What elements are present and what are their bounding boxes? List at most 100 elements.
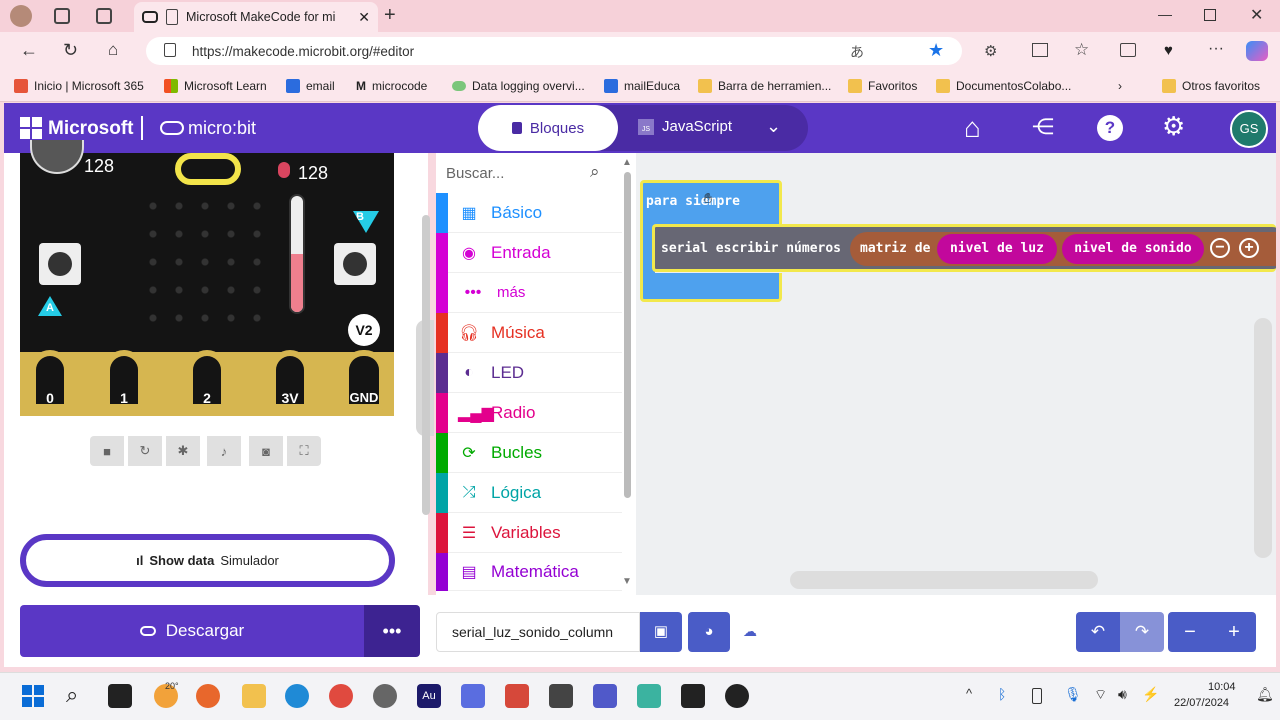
cloud-sync-icon[interactable]: ☁ [743, 623, 757, 640]
toolbox-scroll-up-icon[interactable]: ▲ [622, 157, 632, 168]
remove-item-icon[interactable]: − [1210, 238, 1230, 258]
favorite-item[interactable]: Inicio | Microsoft 365 [14, 78, 144, 94]
tab-actions-icon[interactable] [96, 8, 112, 24]
sound-level-slider[interactable] [289, 194, 305, 314]
close-tab-icon[interactable]: ✕ [358, 9, 370, 26]
battery-charging-icon[interactable]: ⚡ [1142, 686, 1159, 703]
microsoft-logo-icon[interactable] [20, 117, 42, 139]
pin-2[interactable]: 2 [187, 350, 227, 410]
collections-icon[interactable] [1120, 43, 1136, 57]
clock-time[interactable]: 10:04 [1208, 681, 1236, 693]
firefox-icon[interactable] [196, 684, 220, 708]
favorite-item[interactable]: email [286, 78, 335, 94]
favorite-item[interactable]: Mmicrocode [356, 78, 427, 94]
toolbox-category-input[interactable]: ◉ Entrada [436, 233, 622, 273]
taskbar-search-icon[interactable]: ⌕ [66, 682, 78, 708]
sticky-app-icon[interactable] [681, 684, 705, 708]
toolbox-category-input-more[interactable]: ••• más [436, 273, 622, 313]
favorites-overflow-chevron-icon[interactable]: › [1118, 78, 1122, 94]
brand-microbit[interactable]: micro:bit [188, 118, 256, 139]
wifi-icon[interactable]: ⌔ [1094, 686, 1107, 704]
tab-blocks[interactable]: Bloques [478, 105, 618, 151]
tab-javascript[interactable]: JS JavaScript [638, 118, 732, 135]
home-icon[interactable]: ⌂ [108, 40, 118, 60]
workspace-horizontal-scrollbar[interactable] [790, 571, 1098, 589]
share-icon[interactable]: ⋲ [1032, 114, 1054, 140]
stop-simulator-button[interactable]: ■ [90, 436, 124, 466]
lock-icon[interactable] [164, 43, 176, 57]
active-browser-tab[interactable]: Microsoft MakeCode for mi ✕ [134, 2, 378, 32]
file-explorer-icon[interactable] [242, 684, 266, 708]
debug-simulator-button[interactable]: ✱ [166, 436, 200, 466]
microbit-face-logo[interactable] [175, 153, 241, 185]
read-aloud-icon[interactable]: あ [850, 42, 864, 62]
toolbox-category-logic[interactable]: ⤮ Lógica [436, 473, 622, 513]
zoom-in-button[interactable]: + [1212, 612, 1256, 652]
chevron-down-icon[interactable]: ⌄ [766, 116, 781, 137]
button-b[interactable] [334, 243, 376, 285]
volume-icon[interactable]: 🔊︎ [1118, 686, 1127, 703]
minimize-button[interactable]: — [1158, 6, 1172, 22]
favorite-item[interactable]: mailEduca [604, 78, 680, 94]
pin-0[interactable]: 0 [30, 350, 70, 410]
add-item-icon[interactable]: + [1239, 238, 1259, 258]
restore-button[interactable] [1204, 9, 1216, 21]
refresh-icon[interactable]: ↻ [63, 40, 78, 61]
clock-date[interactable]: 22/07/2024 [1174, 697, 1229, 709]
sound-level-block[interactable]: nivel de sonido [1062, 234, 1204, 264]
toolbox-scrollbar[interactable] [624, 172, 631, 498]
split-screen-icon[interactable] [1032, 43, 1048, 57]
redo-button[interactable]: ↷ [1120, 612, 1164, 652]
toolbox-category-variables[interactable]: ☰ Variables [436, 513, 622, 553]
close-window-button[interactable]: ✕ [1250, 5, 1263, 25]
edge-icon[interactable] [285, 684, 309, 708]
microphone-tray-icon[interactable]: 🎙︎ [1064, 686, 1082, 703]
workspaces-icon[interactable] [54, 8, 70, 24]
favorite-item[interactable]: DocumentosColabo... [936, 78, 1071, 94]
home-icon[interactable]: ⌂ [964, 112, 981, 144]
favorite-star-icon[interactable]: ★ [928, 40, 944, 61]
settings-gear-icon[interactable]: ⚙ [1162, 111, 1185, 142]
gimp-icon[interactable] [549, 684, 573, 708]
profile-avatar[interactable] [10, 5, 32, 27]
favorite-item[interactable]: Barra de herramien... [698, 78, 831, 94]
button-a[interactable] [39, 243, 81, 285]
audition-icon[interactable]: Au [417, 684, 441, 708]
workspace-vertical-scrollbar[interactable] [1254, 318, 1272, 558]
vpn-icon[interactable]: ♥ [1164, 42, 1173, 59]
screenshot-button[interactable]: ◙ [249, 436, 283, 466]
toolbox-category-music[interactable]: 🎧︎ Música [436, 313, 622, 353]
pin-1[interactable]: 1 [104, 350, 144, 410]
tray-overflow-chevron-icon[interactable]: ^ [966, 686, 972, 701]
download-button[interactable]: Descargar [20, 605, 364, 657]
copilot-icon[interactable] [1246, 41, 1268, 61]
favorite-item[interactable]: Favoritos [848, 78, 917, 94]
pin-gnd[interactable]: GND [343, 350, 385, 410]
mute-simulator-button[interactable]: ♪ [207, 436, 241, 466]
fullscreen-button[interactable]: ⛶ [287, 436, 321, 466]
settings-more-icon[interactable]: ··· [1208, 40, 1224, 58]
save-button[interactable]: ▣ [640, 612, 682, 652]
help-icon[interactable]: ? [1097, 115, 1123, 141]
zoom-out-button[interactable]: − [1168, 612, 1212, 652]
windows-start-icon[interactable] [22, 685, 44, 707]
battery-icon[interactable] [1032, 688, 1042, 704]
show-data-button[interactable]: ıl Show data Simulador [20, 534, 395, 587]
power-automate-icon[interactable] [461, 684, 485, 708]
back-icon[interactable]: ← [20, 40, 38, 61]
address-bar[interactable]: https://makecode.microbit.org/#editor [146, 37, 962, 65]
toolbox-category-radio[interactable]: ▂▄▆ Radio [436, 393, 622, 433]
favorite-item[interactable]: Microsoft Learn [164, 78, 267, 94]
toolbox-category-basic[interactable]: ▦ Básico [436, 193, 622, 233]
project-name-input[interactable]: serial_luz_sonido_column [436, 612, 640, 652]
favorite-item[interactable]: Data logging overvi... [452, 78, 585, 94]
github-button[interactable]: ◕ [688, 612, 730, 652]
pin-3v[interactable]: 3V [270, 350, 310, 410]
other-favorites[interactable]: Otros favoritos [1162, 78, 1260, 94]
extensions-icon[interactable]: ⚙ [984, 42, 997, 60]
sim-scrollbar[interactable] [422, 215, 430, 515]
document-app-icon[interactable] [505, 684, 529, 708]
download-options-button[interactable]: ••• [364, 605, 420, 657]
restart-simulator-button[interactable]: ↻ [128, 436, 162, 466]
favorites-icon[interactable]: ☆ [1074, 40, 1089, 60]
